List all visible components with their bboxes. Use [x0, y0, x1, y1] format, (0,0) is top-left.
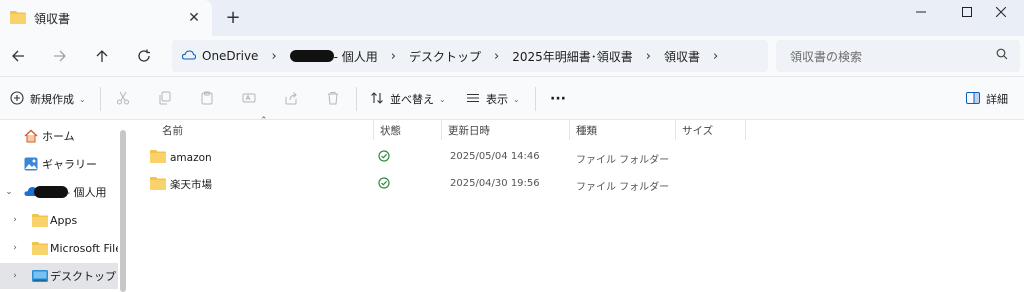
tab-active[interactable]: 領収書 ✕	[0, 0, 212, 36]
folder-icon	[32, 213, 48, 230]
file-type: ファイル フォルダー	[576, 182, 670, 193]
sort-icon	[370, 91, 384, 108]
chevron-right-icon[interactable]: ›	[271, 49, 276, 64]
divider	[356, 87, 357, 111]
column-header-modified[interactable]: 更新日時	[442, 120, 570, 140]
folder-icon	[32, 241, 48, 258]
tab-title: 領収書	[34, 11, 71, 26]
file-list: ⌃ 名前 状態 更新日時 種類 サイズ amazon 2025/05/04 14…	[132, 116, 1024, 292]
chevron-right-icon[interactable]: ›	[10, 215, 20, 225]
navigation-pane: ホーム ギャラリー ⌄ - 個人用 › Apps › Microsoft Fil…	[0, 120, 118, 292]
view-button[interactable]: 表示 ⌄	[466, 87, 520, 111]
minimize-button[interactable]	[898, 0, 944, 24]
breadcrumb-desktop[interactable]: デスクトップ ›	[409, 48, 512, 65]
folder-icon	[150, 149, 166, 166]
paste-icon[interactable]	[198, 89, 216, 107]
rename-icon[interactable]	[240, 89, 258, 107]
new-tab-button[interactable]: +	[224, 8, 242, 28]
desktop-icon	[32, 270, 48, 285]
chevron-down-icon: ⌄	[439, 94, 446, 104]
tab-close-icon[interactable]: ✕	[186, 10, 202, 26]
sidebar-scrollbar[interactable]	[120, 130, 126, 292]
file-row[interactable]: 楽天市場 2025/04/30 19:56 ファイル フォルダー	[132, 171, 772, 197]
refresh-button[interactable]	[132, 44, 156, 68]
synced-check-icon	[378, 177, 390, 192]
chevron-down-icon: ⌄	[513, 94, 520, 104]
file-row[interactable]: amazon 2025/05/04 14:46 ファイル フォルダー	[132, 144, 772, 170]
sidebar-item-microsoft-file[interactable]: › Microsoft File	[0, 235, 118, 261]
onedrive-cloud-icon	[181, 49, 197, 63]
file-name: 楽天市場	[170, 179, 212, 191]
chevron-down-icon: ⌄	[79, 94, 86, 104]
close-window-button[interactable]	[978, 0, 1024, 24]
folder-icon	[150, 176, 166, 193]
search-icon	[996, 48, 1008, 63]
gallery-icon	[24, 157, 38, 174]
file-type: ファイル フォルダー	[576, 155, 670, 166]
command-bar: 新規作成 ⌄ 並べ替え ⌄ 表示 ⌄ ··· 詳細	[0, 76, 1024, 120]
chevron-right-icon[interactable]: ›	[646, 49, 651, 64]
sidebar-item-desktop[interactable]: › デスクトップ	[0, 263, 118, 289]
redaction-mark	[34, 186, 68, 198]
up-button[interactable]	[90, 44, 114, 68]
search-input[interactable]: 領収書の検索	[790, 48, 862, 65]
breadcrumb-statements[interactable]: 2025年明細書･領収書 ›	[512, 48, 664, 65]
cut-icon[interactable]	[114, 89, 132, 107]
column-header-status[interactable]: 状態	[374, 120, 442, 140]
view-list-icon	[466, 91, 480, 108]
plus-circle-icon	[10, 90, 24, 108]
file-modified: 2025/04/30 19:56	[450, 178, 540, 189]
copy-icon[interactable]	[156, 89, 174, 107]
breadcrumb-personal[interactable]: - 個人用 ›	[289, 48, 409, 65]
folder-icon	[10, 10, 26, 27]
search-box[interactable]: 領収書の検索	[776, 40, 1020, 72]
title-bar: 領収書 ✕ +	[0, 0, 1024, 36]
sort-button[interactable]: 並べ替え ⌄	[370, 87, 446, 111]
file-modified: 2025/05/04 14:46	[450, 151, 540, 162]
chevron-right-icon[interactable]: ›	[494, 49, 499, 64]
column-header-name[interactable]: 名前	[156, 120, 374, 140]
chevron-right-icon[interactable]: ›	[10, 271, 20, 281]
column-header-type[interactable]: 種類	[570, 120, 676, 140]
home-icon	[24, 129, 38, 146]
breadcrumb-onedrive[interactable]: OneDrive ›	[202, 49, 290, 64]
delete-icon[interactable]	[324, 89, 342, 107]
sidebar-item-gallery[interactable]: ギャラリー	[0, 151, 118, 177]
breadcrumb-receipts[interactable]: 領収書 ›	[664, 48, 731, 65]
divider	[100, 87, 101, 111]
sidebar-item-home[interactable]: ホーム	[0, 123, 118, 149]
more-options-button[interactable]: ···	[550, 87, 566, 111]
redaction-mark	[289, 50, 334, 62]
column-header-size[interactable]: サイズ	[676, 120, 746, 140]
sidebar-item-onedrive-personal[interactable]: ⌄ - 個人用	[0, 179, 118, 205]
forward-button[interactable]	[48, 44, 72, 68]
details-pane-button[interactable]: 詳細	[966, 87, 1008, 111]
address-bar[interactable]: OneDrive › - 個人用 › デスクトップ › 2025年明細書･領収書…	[172, 40, 768, 72]
divider	[535, 87, 536, 111]
chevron-right-icon[interactable]: ›	[391, 49, 396, 64]
chevron-right-icon[interactable]: ›	[10, 243, 20, 253]
chevron-down-icon[interactable]: ⌄	[4, 187, 14, 197]
sidebar-item-apps[interactable]: › Apps	[0, 207, 118, 233]
details-pane-icon	[966, 91, 980, 107]
new-button[interactable]: 新規作成 ⌄	[10, 87, 86, 111]
back-button[interactable]	[6, 44, 30, 68]
file-name: amazon	[170, 151, 212, 164]
share-icon[interactable]	[282, 89, 300, 107]
synced-check-icon	[378, 150, 390, 165]
address-row: OneDrive › - 個人用 › デスクトップ › 2025年明細書･領収書…	[0, 36, 1024, 76]
chevron-right-icon[interactable]: ›	[713, 49, 718, 64]
